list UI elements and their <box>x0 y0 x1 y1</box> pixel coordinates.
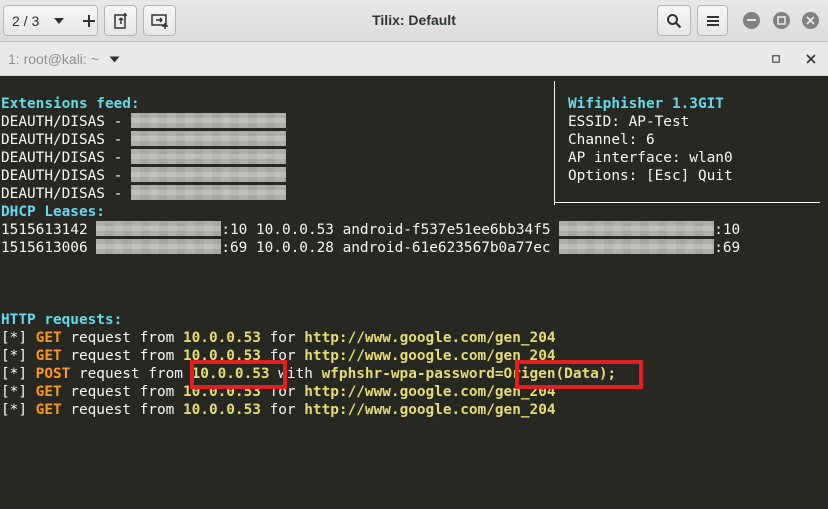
minimize-icon <box>747 19 756 21</box>
essid-info: ESSID: AP-Test <box>568 114 690 130</box>
header-bar: 2 / 3 Tilix: Default <box>0 0 828 42</box>
lease-suffix: :10 <box>714 222 741 238</box>
request-method: GET <box>35 402 62 418</box>
request-prefix: [*] <box>1 384 36 400</box>
http-requests-header: HTTP requests: <box>1 312 123 328</box>
lease-details: :69 10.0.0.28 android-61e623567b0a77ec <box>221 240 560 256</box>
http-request-row: [*] GET request from 10.0.0.53 for http:… <box>1 329 556 347</box>
request-target: http://www.google.com/gen_204 <box>304 330 556 346</box>
options-info: Options: [Esc] Quit <box>568 168 733 184</box>
deauth-line: DEAUTH/DISAS - <box>1 167 286 185</box>
request-text: request from <box>61 330 183 346</box>
terminal-close-button[interactable] <box>804 52 818 66</box>
session-switcher-button[interactable]: 2 / 3 <box>3 5 98 36</box>
request-text: for <box>260 402 305 418</box>
redacted-mac <box>559 239 715 254</box>
deauth-label: DEAUTH/DISAS - <box>1 186 131 202</box>
info-box-border-bottom <box>554 202 820 203</box>
close-icon <box>806 16 815 25</box>
request-text: request from <box>61 402 183 418</box>
deauth-line: DEAUTH/DISAS - <box>1 113 286 131</box>
redacted-mac <box>130 149 286 164</box>
deauth-label: DEAUTH/DISAS - <box>1 168 131 184</box>
session-count: 2 / 3 <box>12 12 40 29</box>
lease-suffix: :69 <box>714 240 741 256</box>
redacted-mac <box>130 131 286 146</box>
search-icon <box>667 13 682 28</box>
request-text: for <box>260 330 305 346</box>
request-target: http://www.google.com/gen_204 <box>304 402 556 418</box>
request-prefix: [*] <box>1 348 36 364</box>
search-button[interactable] <box>657 5 691 36</box>
plus-icon[interactable] <box>83 14 96 27</box>
lease-details: :10 10.0.0.53 android-f537e51ee6bb34f5 <box>221 222 560 238</box>
request-text: request from <box>70 366 192 382</box>
deauth-line: DEAUTH/DISAS - <box>1 149 286 167</box>
terminal-title: 1: root@kali: ~ <box>8 51 99 67</box>
http-request-row: [*] GET request from 10.0.0.53 for http:… <box>1 401 556 419</box>
redacted-mac <box>559 221 715 236</box>
deauth-line: DEAUTH/DISAS - <box>1 131 286 149</box>
redacted-mac <box>96 239 222 254</box>
deauth-line: DEAUTH/DISAS - <box>1 185 286 203</box>
request-ip: 10.0.0.53 <box>182 402 261 418</box>
deauth-label: DEAUTH/DISAS - <box>1 150 131 166</box>
lease-timestamp: 1515613006 <box>1 240 97 256</box>
terminal-output[interactable]: Extensions feed: DEAUTH/DISAS - DEAUTH/D… <box>0 77 828 509</box>
request-prefix: [*] <box>1 330 36 346</box>
lease-timestamp: 1515613142 <box>1 222 97 238</box>
request-method: GET <box>35 330 62 346</box>
info-box-border-left <box>554 81 555 205</box>
maximize-icon <box>772 55 780 63</box>
ap-interface-info: AP interface: wlan0 <box>568 150 733 166</box>
redacted-mac <box>130 167 286 182</box>
hamburger-menu-icon <box>706 15 719 26</box>
maximize-button[interactable] <box>773 12 790 29</box>
wifiphisher-version: Wifiphisher 1.3GIT <box>568 96 724 112</box>
terminal-maximize-button[interactable] <box>770 53 782 65</box>
dhcp-leases-header: DHCP Leases: <box>1 204 105 220</box>
split-right-icon <box>113 12 127 29</box>
highlight-box-ip <box>190 360 287 389</box>
channel-info: Channel: 6 <box>568 132 655 148</box>
close-button[interactable] <box>802 12 819 29</box>
minimize-button[interactable] <box>743 12 760 29</box>
chevron-down-icon <box>109 56 120 62</box>
request-method: GET <box>35 384 62 400</box>
split-down-icon <box>150 13 168 29</box>
request-method: GET <box>35 348 62 364</box>
request-prefix: [*] <box>1 402 36 418</box>
add-terminal-right-button[interactable] <box>104 5 137 36</box>
close-icon <box>806 54 816 64</box>
chevron-down-icon <box>54 17 65 24</box>
maximize-icon <box>777 16 786 25</box>
request-prefix: [*] <box>1 366 36 382</box>
dhcp-lease-row: 1515613006 :69 10.0.0.28 android-61e6235… <box>1 239 740 257</box>
terminal-title-bar: 1: root@kali: ~ <box>0 42 828 76</box>
redacted-mac <box>130 185 286 200</box>
add-terminal-down-button[interactable] <box>143 5 176 36</box>
redacted-mac <box>96 221 222 236</box>
terminal-title-dropdown[interactable]: 1: root@kali: ~ <box>8 51 120 67</box>
deauth-label: DEAUTH/DISAS - <box>1 132 131 148</box>
request-text: request from <box>61 384 183 400</box>
deauth-label: DEAUTH/DISAS - <box>1 114 131 130</box>
request-method: POST <box>35 366 71 382</box>
dhcp-lease-row: 1515613142 :10 10.0.0.53 android-f537e51… <box>1 221 740 239</box>
highlight-box-password <box>515 360 643 389</box>
request-text: request from <box>61 348 183 364</box>
request-ip: 10.0.0.53 <box>182 330 261 346</box>
menu-button[interactable] <box>697 5 728 36</box>
redacted-mac <box>130 113 286 128</box>
extensions-feed-header: Extensions feed: <box>1 96 140 112</box>
